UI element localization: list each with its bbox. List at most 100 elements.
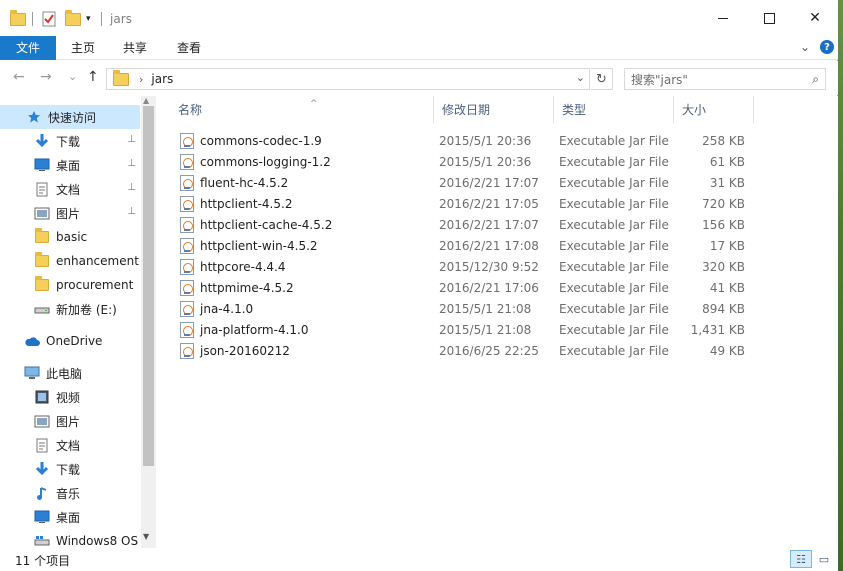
file-name: json-20160212 xyxy=(200,343,290,358)
file-date: 2016/2/21 17:07 xyxy=(439,175,539,190)
minimize-button[interactable] xyxy=(700,0,746,36)
pin-icon[interactable]: ⊥ xyxy=(127,134,136,145)
forward-icon[interactable]: → xyxy=(40,69,52,85)
chevron-down-icon[interactable]: ⌄ xyxy=(576,71,585,84)
tab-view[interactable]: 查看 xyxy=(164,36,214,60)
sidebar-item-label: 此电脑 xyxy=(46,366,83,381)
close-button[interactable]: ✕ xyxy=(792,0,838,36)
file-name: jna-4.1.0 xyxy=(200,301,254,316)
sidebar-item-onedrive[interactable]: OneDrive xyxy=(0,329,140,353)
table-row[interactable]: httpclient-win-4.5.2 2016/2/21 17:08 Execu… xyxy=(172,235,752,256)
table-row[interactable]: fluent-hc-4.5.2 2016/2/21 17:07 Executable… xyxy=(172,172,752,193)
file-type: Executable Jar File xyxy=(559,175,669,190)
file-size: 41 KB xyxy=(709,280,745,295)
file-date: 2015/5/1 21:08 xyxy=(439,322,532,337)
separator xyxy=(101,9,102,29)
file-name: httpclient-cache-4.5.2 xyxy=(200,217,333,232)
file-name-cell[interactable]: jna-4.1.0 xyxy=(172,300,422,317)
refresh-button[interactable]: ↻ xyxy=(591,68,613,90)
back-icon[interactable]: ← xyxy=(13,69,25,85)
file-name-cell[interactable]: httpclient-4.5.2 xyxy=(172,195,422,212)
file-name-cell[interactable]: fluent-hc-4.5.2 xyxy=(172,174,422,191)
properties-icon[interactable] xyxy=(42,9,56,29)
pin-icon[interactable]: ⊥ xyxy=(127,158,136,169)
column-header-type[interactable]: 类型 xyxy=(554,96,674,124)
file-size: 320 KB xyxy=(702,259,745,274)
customize-quick-access-icon[interactable]: ▾ xyxy=(86,9,91,29)
pin-icon[interactable]: ⊥ xyxy=(127,206,136,217)
table-row[interactable]: commons-logging-1.2 2015/5/1 20:36 Executa… xyxy=(172,151,752,172)
help-icon[interactable]: ? xyxy=(820,40,834,54)
column-header-size[interactable]: 大小 xyxy=(674,96,754,124)
file-name-cell[interactable]: httpmime-4.5.2 xyxy=(172,279,422,296)
sidebar-item-windows8-os[interactable]: Windows8 OS xyxy=(0,529,140,548)
table-row[interactable]: httpclient-4.5.2 2016/2/21 17:05 Executabl… xyxy=(172,193,752,214)
sidebar-item-desktop[interactable]: 桌面 ⊥ xyxy=(0,153,140,177)
sidebar-item-pictures-pc[interactable]: 图片 xyxy=(0,409,140,433)
breadcrumb[interactable]: jars xyxy=(151,72,173,86)
chevron-right-icon[interactable]: › xyxy=(139,73,143,86)
large-icons-view-button[interactable]: ▭ xyxy=(813,550,835,568)
jar-file-icon xyxy=(180,300,194,317)
table-row[interactable]: commons-codec-1.9 2015/5/1 20:36 Executabl… xyxy=(172,130,752,151)
jar-file-icon xyxy=(180,279,194,296)
picture-icon xyxy=(34,205,50,221)
file-name: httpmime-4.5.2 xyxy=(200,280,294,295)
scroll-up-icon[interactable]: ▲ xyxy=(143,96,149,105)
table-row[interactable]: httpclient-cache-4.5.2 2016/2/21 17:07 Exe… xyxy=(172,214,752,235)
file-type: Executable Jar File xyxy=(559,238,669,253)
file-name-cell[interactable]: httpcore-4.4.4 xyxy=(172,258,422,275)
table-row[interactable]: httpmime-4.5.2 2016/2/21 17:06 Executable … xyxy=(172,277,752,298)
sidebar-item-videos[interactable]: 视频 xyxy=(0,385,140,409)
file-name-cell[interactable]: jna-platform-4.1.0 xyxy=(172,321,422,338)
file-name-cell[interactable]: commons-logging-1.2 xyxy=(172,153,422,170)
pin-icon[interactable]: ⊥ xyxy=(127,182,136,193)
sidebar-item-drive-e[interactable]: 新加卷 (E:) xyxy=(0,297,140,321)
sidebar-item-quick-access[interactable]: 快速访问 xyxy=(0,105,140,129)
sidebar-item-music[interactable]: 音乐 xyxy=(0,481,140,505)
scrollbar-thumb[interactable] xyxy=(143,106,154,466)
table-row[interactable]: jna-4.1.0 2015/5/1 21:08 Executable Jar Fi… xyxy=(172,298,752,319)
table-row[interactable]: json-20160212 2016/6/25 22:25 Executable J… xyxy=(172,340,752,361)
file-name-cell[interactable]: json-20160212 xyxy=(172,342,422,359)
tab-file[interactable]: 文件 xyxy=(0,36,56,60)
up-icon[interactable]: ↑ xyxy=(87,69,99,85)
file-size: 894 KB xyxy=(702,301,745,316)
sidebar-item-pictures[interactable]: 图片 ⊥ xyxy=(0,201,140,225)
folder-icon xyxy=(34,276,50,293)
sidebar-item-basic[interactable]: basic xyxy=(0,225,140,249)
sidebar-item-downloads-pc[interactable]: 下载 xyxy=(0,457,140,481)
sidebar-item-downloads[interactable]: 下载 ⊥ xyxy=(0,129,140,153)
sidebar-item-desktop-pc[interactable]: 桌面 xyxy=(0,505,140,529)
tab-share[interactable]: 共享 xyxy=(110,36,160,60)
scroll-down-icon[interactable]: ▼ xyxy=(143,532,149,541)
sidebar-item-this-pc[interactable]: 此电脑 xyxy=(0,361,140,385)
file-name-cell[interactable]: httpclient-cache-4.5.2 xyxy=(172,216,422,233)
maximize-button[interactable] xyxy=(746,0,792,36)
expand-ribbon-icon[interactable]: ⌄ xyxy=(800,40,810,54)
file-size: 49 KB xyxy=(709,343,745,358)
folder-icon xyxy=(34,252,50,269)
file-name-cell[interactable]: httpclient-win-4.5.2 xyxy=(172,237,422,254)
column-header-date[interactable]: 修改日期 xyxy=(434,96,554,124)
sidebar-item-procurement[interactable]: procurement xyxy=(0,273,140,297)
table-row[interactable]: jna-platform-4.1.0 2015/5/1 21:08 Executab… xyxy=(172,319,752,340)
tab-home[interactable]: 主页 xyxy=(58,36,108,60)
new-folder-icon[interactable] xyxy=(65,9,81,29)
search-input[interactable]: 搜索"jars" ⌕ xyxy=(624,68,826,90)
address-bar[interactable]: › jars ⌄ xyxy=(106,68,590,90)
sort-ascending-icon: ^ xyxy=(310,99,318,109)
table-row[interactable]: httpcore-4.4.4 2015/12/30 9:52 Executable … xyxy=(172,256,752,277)
sidebar-item-documents[interactable]: 文档 ⊥ xyxy=(0,177,140,201)
folder-icon xyxy=(10,9,26,29)
navigation-bar: ← → ⌄ ↑ › jars ⌄ ↻ 搜索"jars" ⌕ xyxy=(0,61,838,95)
file-name-cell[interactable]: commons-codec-1.9 xyxy=(172,132,422,149)
sidebar-item-enhancement[interactable]: enhancement xyxy=(0,249,140,273)
details-view-button[interactable]: ☷ xyxy=(790,550,812,568)
sidebar-item-documents-pc[interactable]: 文档 xyxy=(0,433,140,457)
sidebar-item-label: procurement xyxy=(56,278,134,292)
search-icon[interactable]: ⌕ xyxy=(812,72,819,87)
recent-locations-icon[interactable]: ⌄ xyxy=(68,70,77,83)
column-header-name[interactable]: 名称 ^ xyxy=(170,96,434,124)
folder-icon xyxy=(113,69,129,86)
